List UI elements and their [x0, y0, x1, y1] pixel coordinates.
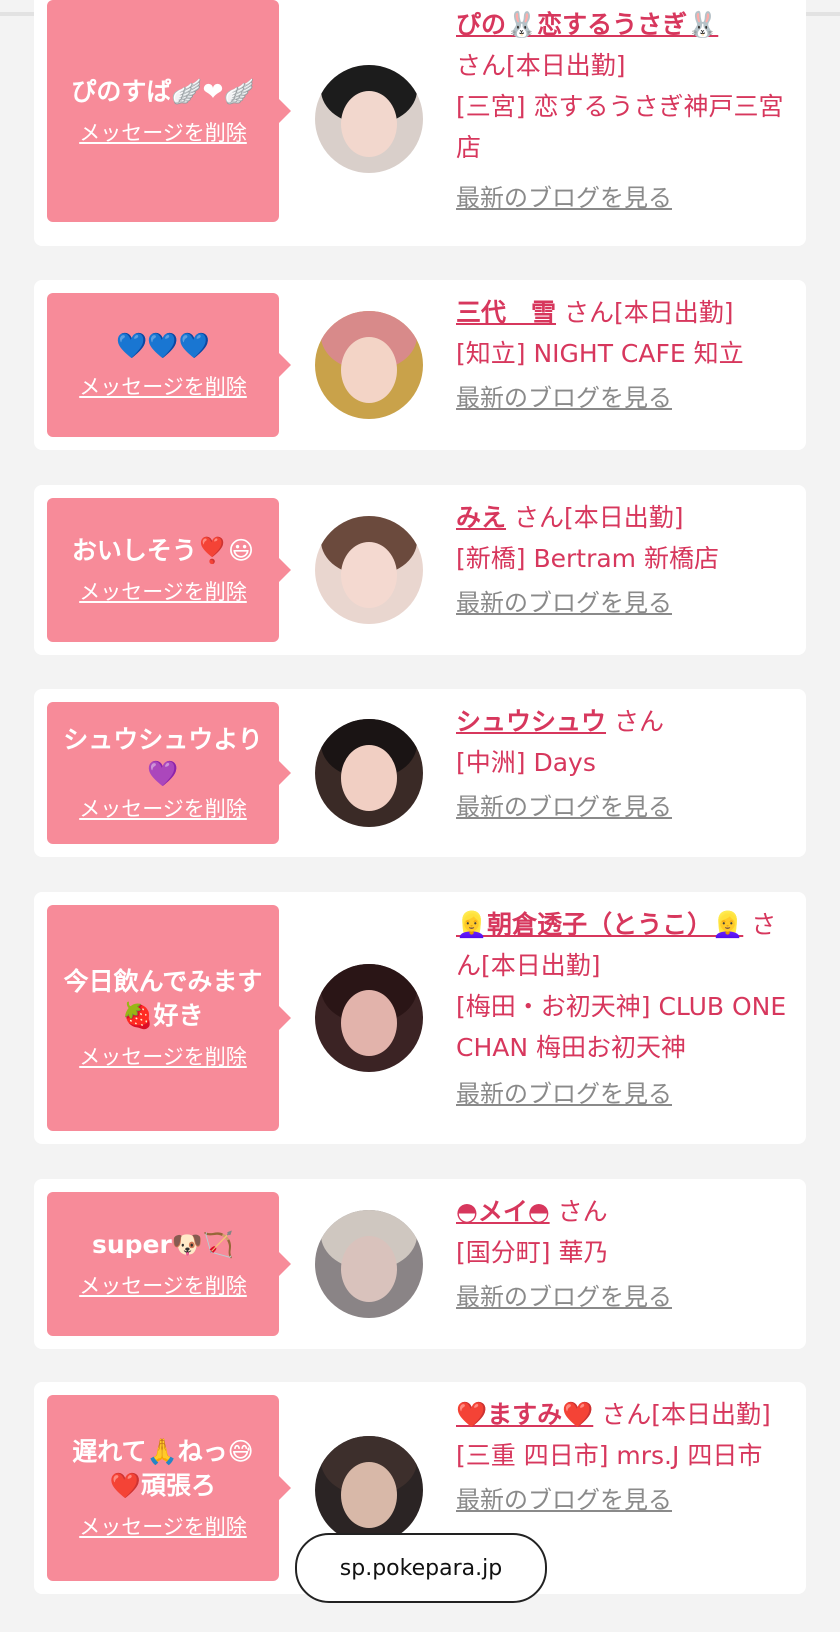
honorific: さん: [456, 51, 507, 80]
shop-name: [三重 四日市] mrs.J 四日市: [456, 1441, 763, 1470]
favorite-card: シュウシュウより💜 メッセージを削除 シュウシュウ さん [中洲] Days 最…: [34, 689, 806, 857]
message-bubble: 今日飲んでみます🍓好き メッセージを削除: [47, 905, 291, 1131]
honorific: さん: [601, 1400, 652, 1429]
delete-message-link[interactable]: メッセージを削除: [79, 1511, 247, 1541]
message-text: 今日飲んでみます🍓好き: [63, 967, 263, 1030]
profile-info: 三代 雪 さん[本日出勤] [知立] NIGHT CAFE 知立 最新のブログを…: [456, 292, 796, 419]
message-text: super🐶🏹: [91, 1230, 235, 1259]
avatar[interactable]: [315, 1436, 423, 1544]
honorific: さん: [557, 1197, 608, 1226]
message-bubble: シュウシュウより💜 メッセージを削除: [47, 702, 291, 844]
profile-info: ◓メイ◓ さん [国分町] 華乃 最新のブログを見る: [456, 1191, 796, 1318]
avatar-face: [341, 745, 397, 811]
cast-name-link[interactable]: みえ: [456, 503, 506, 532]
message-bubble: ぴのすぱ🪽❤🪽 メッセージを削除: [47, 0, 291, 222]
message-text: ぴのすぱ🪽❤🪽: [71, 77, 255, 106]
delete-message-link[interactable]: メッセージを削除: [79, 371, 247, 401]
latest-blog-link[interactable]: 最新のブログを見る: [456, 787, 672, 828]
avatar[interactable]: [315, 516, 423, 624]
cast-name-link[interactable]: シュウシュウ: [456, 707, 606, 736]
delete-message-link[interactable]: メッセージを削除: [79, 1270, 247, 1300]
message-text: シュウシュウより💜: [63, 725, 263, 788]
latest-blog-link[interactable]: 最新のブログを見る: [456, 378, 672, 419]
delete-message-link[interactable]: メッセージを削除: [79, 1041, 247, 1071]
profile-info: みえ さん[本日出勤] [新橋] Bertram 新橋店 最新のブログを見る: [456, 497, 796, 624]
honorific: さん: [513, 503, 564, 532]
shop-name: [国分町] 華乃: [456, 1238, 609, 1267]
attendance-status: [本日出勤]: [651, 1400, 771, 1429]
message-text: おいしそう❣️😃: [71, 536, 255, 565]
latest-blog-link[interactable]: 最新のブログを見る: [456, 1074, 672, 1115]
profile-info: ぴの🐰恋するうさぎ🐰 さん[本日出勤] [三宮] 恋するうさぎ神戸三宮店 最新の…: [456, 4, 796, 219]
latest-blog-link[interactable]: 最新のブログを見る: [456, 1277, 672, 1318]
cast-name-link[interactable]: ◓メイ◓: [456, 1197, 550, 1226]
message-bubble: super🐶🏹 メッセージを削除: [47, 1192, 291, 1336]
avatar[interactable]: [315, 65, 423, 173]
avatar-face: [341, 91, 397, 157]
avatar-face: [341, 990, 397, 1056]
cast-name-link[interactable]: ぴの🐰恋するうさぎ🐰: [456, 10, 718, 39]
message-bubble: 💙💙💙 メッセージを削除: [47, 293, 291, 437]
latest-blog-link[interactable]: 最新のブログを見る: [456, 178, 672, 219]
attendance-status: [本日出勤]: [481, 951, 601, 980]
avatar-face: [341, 542, 397, 608]
attendance-status: [本日出勤]: [563, 503, 684, 532]
delete-message-link[interactable]: メッセージを削除: [79, 576, 247, 606]
attendance-status: [本日出勤]: [613, 298, 734, 327]
avatar[interactable]: [315, 311, 423, 419]
favorite-card: 💙💙💙 メッセージを削除 三代 雪 さん[本日出勤] [知立] NIGHT CA…: [34, 280, 806, 450]
honorific: さん: [563, 298, 614, 327]
cast-name-link[interactable]: ❤️ますみ❤️: [456, 1400, 593, 1429]
message-bubble: 遅れて🙏ねっ😅❤️頑張ろ メッセージを削除: [47, 1395, 291, 1581]
shop-name: [中洲] Days: [456, 748, 596, 777]
avatar-face: [341, 1462, 397, 1528]
shop-name: [知立] NIGHT CAFE 知立: [456, 339, 744, 368]
cast-name-link[interactable]: 三代 雪: [456, 298, 556, 327]
browser-url-bar[interactable]: sp.pokepara.jp: [295, 1533, 547, 1603]
avatar-face: [341, 337, 397, 403]
avatar[interactable]: [315, 1210, 423, 1318]
message-text: 遅れて🙏ねっ😅❤️頑張ろ: [72, 1437, 254, 1500]
delete-message-link[interactable]: メッセージを削除: [79, 117, 247, 147]
delete-message-link[interactable]: メッセージを削除: [79, 793, 247, 823]
favorite-card: ぴのすぱ🪽❤🪽 メッセージを削除 ぴの🐰恋するうさぎ🐰 さん[本日出勤] [三宮…: [34, 0, 806, 246]
profile-info: シュウシュウ さん [中洲] Days 最新のブログを見る: [456, 701, 796, 828]
profile-info: ❤️ますみ❤️ さん[本日出勤] [三重 四日市] mrs.J 四日市 最新のブ…: [456, 1394, 796, 1521]
favorite-card: 今日飲んでみます🍓好き メッセージを削除 👱‍♀️朝倉透子（とうこ）👱‍♀️ さ…: [34, 892, 806, 1144]
url-text: sp.pokepara.jp: [339, 1555, 503, 1581]
latest-blog-link[interactable]: 最新のブログを見る: [456, 1480, 672, 1521]
avatar-face: [341, 1236, 397, 1302]
message-bubble: おいしそう❣️😃 メッセージを削除: [47, 498, 291, 642]
profile-info: 👱‍♀️朝倉透子（とうこ）👱‍♀️ さん[本日出勤] [梅田・お初天神] CLU…: [456, 904, 796, 1115]
favorite-card: おいしそう❣️😃 メッセージを削除 みえ さん[本日出勤] [新橋] Bertr…: [34, 485, 806, 655]
shop-name: [三宮] 恋するうさぎ神戸三宮店: [456, 92, 784, 162]
shop-name: [新橋] Bertram 新橋店: [456, 544, 719, 573]
avatar[interactable]: [315, 964, 423, 1072]
honorific: さん: [613, 707, 664, 736]
cast-name-link[interactable]: 👱‍♀️朝倉透子（とうこ）👱‍♀️: [456, 910, 743, 939]
favorite-card: super🐶🏹 メッセージを削除 ◓メイ◓ さん [国分町] 華乃 最新のブログ…: [34, 1179, 806, 1349]
message-text: 💙💙💙: [116, 331, 210, 360]
attendance-status: [本日出勤]: [506, 51, 626, 80]
shop-name: [梅田・お初天神] CLUB ONE CHAN 梅田お初天神: [456, 992, 787, 1062]
latest-blog-link[interactable]: 最新のブログを見る: [456, 583, 672, 624]
avatar[interactable]: [315, 719, 423, 827]
